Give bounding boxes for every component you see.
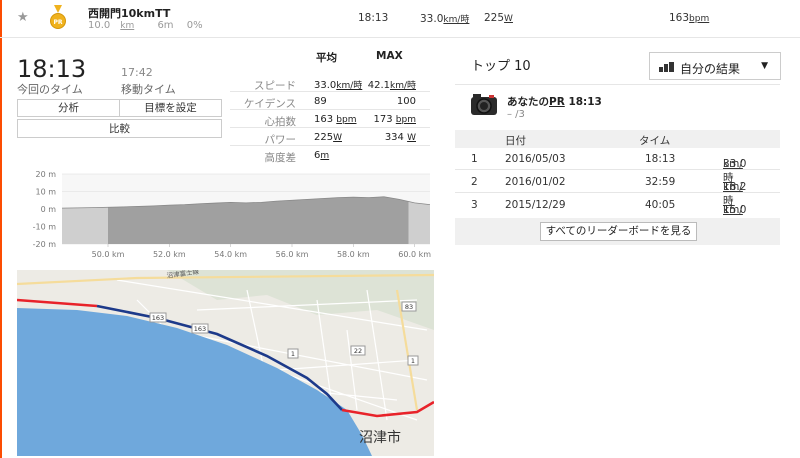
svg-text:83: 83 bbox=[405, 303, 413, 311]
view-all-leaderboards-button[interactable]: すべてのリーダーボードを見る bbox=[540, 222, 697, 241]
stats-row-heartrate: 心拍数 163 bpm 173 bpm bbox=[230, 110, 430, 128]
pr-title: あなたのPR 18:13 bbox=[507, 96, 602, 108]
chart-y-tick-label: -20 m bbox=[33, 240, 57, 249]
svg-text:163: 163 bbox=[194, 325, 206, 333]
segment-speed: 33.0km/時 bbox=[420, 13, 470, 25]
chart-x-tick-label: 60.0 km bbox=[398, 250, 431, 259]
col-time: タイム bbox=[639, 135, 671, 147]
dropdown-label: 自分の結果 bbox=[680, 62, 741, 76]
svg-text:22: 22 bbox=[354, 347, 362, 355]
moving-label: 移動タイム bbox=[121, 83, 176, 96]
pr-rank: – /3 bbox=[507, 109, 525, 120]
route-map[interactable]: 163 163 1 22 83 1 沼津富士線 沼津市 bbox=[17, 270, 434, 456]
leaderboard-footer: すべてのリーダーボードを見る bbox=[455, 218, 780, 245]
chevron-down-icon: ▼ bbox=[761, 61, 768, 71]
col-date: 日付 bbox=[505, 135, 526, 147]
chart-y-tick-label: -10 m bbox=[33, 223, 57, 232]
leaderboard-row[interactable]: 1 2016/05/03 18:13 33.0 km/時 bbox=[455, 148, 780, 184]
elapsed-time: 18:13 bbox=[17, 55, 87, 83]
segment-name[interactable]: 西開門10kmTT bbox=[88, 5, 170, 21]
analyze-button[interactable]: 分析 bbox=[18, 100, 119, 116]
set-goal-button[interactable]: 目標を設定 bbox=[119, 100, 221, 116]
segment-time: 18:13 bbox=[358, 12, 389, 24]
svg-text:PR: PR bbox=[53, 19, 62, 26]
segment-stats: 10.0 km 6m 0% bbox=[88, 20, 203, 31]
top10-title: トップ 10 bbox=[471, 59, 531, 74]
results-dropdown[interactable]: 自分の結果 ▼ bbox=[649, 52, 781, 80]
stats-row-power: パワー 225W 334 W bbox=[230, 128, 430, 146]
segment-elevation: 6m bbox=[157, 20, 174, 31]
pr-medal-icon: PR bbox=[50, 5, 66, 29]
leaderboard-row[interactable]: 2 2016/01/02 32:59 18.2 km/時 bbox=[455, 171, 780, 207]
chart-y-tick-label: 0 m bbox=[41, 205, 57, 214]
segment-header: ★ PR 西開門10kmTT 10.0 km 6m 0% 18:13 33.0km… bbox=[0, 0, 800, 38]
segment-power: 225W bbox=[484, 12, 513, 24]
segment-grade: 0% bbox=[186, 20, 203, 31]
camera-icon bbox=[471, 94, 497, 115]
compare-button[interactable]: 比較 bbox=[17, 119, 222, 138]
stats-row-cadence: ケイデンス 89 100 bbox=[230, 92, 430, 110]
elevation-chart[interactable]: 20 m 10 m 0 m -10 m -20 m 50.0 km 52.0 km 54.0 … bbox=[0, 168, 435, 263]
svg-text:1: 1 bbox=[291, 350, 295, 358]
max-header: MAX bbox=[376, 50, 403, 62]
elapsed-label: 今回のタイム bbox=[17, 83, 83, 96]
chart-x-tick-label: 56.0 km bbox=[276, 250, 309, 259]
chart-x-tick-label: 52.0 km bbox=[153, 250, 186, 259]
bar-chart-icon bbox=[659, 62, 674, 72]
segment-distance: 10.0 bbox=[88, 20, 111, 31]
segment-heartrate: 163bpm bbox=[669, 12, 710, 24]
leaderboard-header: 日付 タイム bbox=[455, 130, 780, 148]
svg-text:1: 1 bbox=[411, 357, 415, 365]
chart-y-tick-label: 20 m bbox=[35, 170, 56, 179]
chart-x-tick-label: 54.0 km bbox=[214, 250, 247, 259]
stats-row-elevation: 高度差 6m bbox=[264, 150, 330, 164]
chart-x-tick-label: 58.0 km bbox=[337, 250, 370, 259]
chart-x-tick-label: 50.0 km bbox=[92, 250, 125, 259]
action-buttons: 分析 目標を設定 bbox=[17, 99, 222, 117]
map-city-label: 沼津市 bbox=[359, 429, 401, 446]
svg-text:163: 163 bbox=[152, 314, 164, 322]
leaderboard-row[interactable]: 3 2015/12/29 40:05 15.0km/時 bbox=[455, 194, 780, 230]
star-icon[interactable]: ★ bbox=[17, 10, 29, 25]
chart-y-tick-label: 10 m bbox=[35, 188, 56, 197]
avg-header: 平均 bbox=[316, 52, 337, 64]
moving-time: 17:42 bbox=[121, 66, 153, 79]
pr-summary: あなたのPR 18:13 – /3 bbox=[455, 84, 780, 129]
stats-row-speed: スピード 33.0km/時 42.1km/時 bbox=[230, 74, 430, 92]
